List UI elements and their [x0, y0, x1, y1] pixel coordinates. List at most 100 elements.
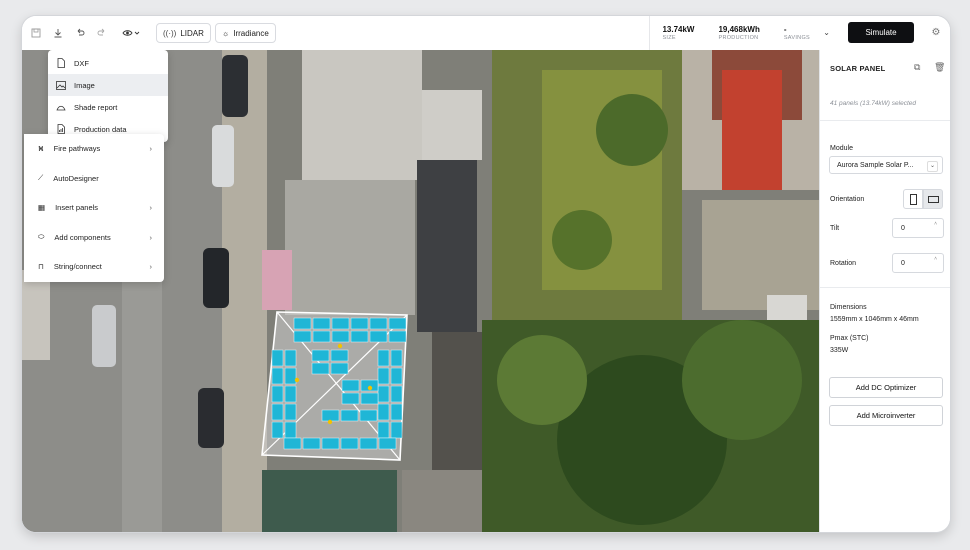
sun-icon: ☼	[221, 28, 230, 38]
solar-panel-module[interactable]	[359, 437, 378, 450]
export-item-shade-report[interactable]: Shade report	[48, 96, 168, 118]
roof-design-overlay[interactable]	[261, 311, 408, 461]
module-select[interactable]: Aurora Sample Solar P... ⌄	[829, 156, 943, 174]
solar-panel-module[interactable]	[350, 317, 369, 330]
solar-panel-module[interactable]	[378, 437, 397, 450]
solar-panel-module[interactable]	[341, 379, 360, 392]
solar-panel-module[interactable]	[377, 403, 390, 421]
chevron-down-icon: ⌄	[927, 161, 938, 172]
portrait-orientation-button[interactable]	[903, 189, 923, 209]
rotation-input[interactable]: 0 ˄	[892, 253, 944, 273]
tilt-value: 0	[901, 224, 905, 232]
solar-panel-module[interactable]	[390, 421, 403, 439]
solar-panel-module[interactable]	[359, 409, 378, 422]
solar-panel-module[interactable]	[312, 317, 331, 330]
solar-panel-module[interactable]	[369, 330, 388, 343]
undo-icon[interactable]	[72, 25, 88, 41]
stepper-icon[interactable]: ˄	[934, 221, 937, 227]
irradiance-button[interactable]: ☼ Irradiance	[214, 23, 276, 43]
trash-icon[interactable]: 🗑	[934, 62, 945, 73]
tool-string-connect[interactable]: ⊓ String/connect ›	[24, 252, 164, 282]
tool-fire-pathways[interactable]: ⛕ Fire pathways ›	[24, 134, 164, 164]
stat-production: 19,468kWh PRODUCTION	[706, 16, 771, 50]
solar-panel-module[interactable]	[330, 349, 349, 362]
tool-add-components[interactable]: ⬭ Add components ›	[24, 223, 164, 253]
shade-icon	[56, 102, 66, 112]
string-icon: ⊓	[38, 262, 44, 272]
solar-panel-module[interactable]	[377, 421, 390, 439]
view-toggle-icon[interactable]	[118, 25, 144, 41]
stepper-icon[interactable]: ˄	[934, 256, 937, 262]
solar-panel-module[interactable]	[271, 403, 284, 421]
solar-panel-module[interactable]	[321, 437, 340, 450]
lidar-button[interactable]: ((·)) LIDAR	[156, 23, 211, 43]
solar-panel-module[interactable]	[360, 392, 379, 405]
divider	[820, 120, 950, 121]
solar-panel-module[interactable]	[390, 403, 403, 421]
solar-panel-module[interactable]	[369, 317, 388, 330]
solar-panel-module[interactable]	[284, 367, 297, 385]
solar-panel-module[interactable]	[377, 367, 390, 385]
solar-panel-module[interactable]	[302, 437, 321, 450]
add-microinverter-button[interactable]: Add Microinverter	[829, 405, 943, 426]
stat-savings-label: SAVINGS	[783, 35, 810, 41]
solar-panel-module[interactable]	[271, 367, 284, 385]
solar-panel-module[interactable]	[271, 349, 284, 367]
add-dc-optimizer-button[interactable]: Add DC Optimizer	[829, 377, 943, 398]
solar-panel-module[interactable]	[377, 349, 390, 367]
solar-panel-module[interactable]	[293, 317, 312, 330]
solar-panel-module[interactable]	[284, 403, 297, 421]
solar-panel-module[interactable]	[311, 349, 330, 362]
solar-panel-module[interactable]	[271, 421, 284, 439]
solar-panel-module[interactable]	[311, 362, 330, 375]
solar-panel-module[interactable]	[284, 385, 297, 403]
solar-panel-module[interactable]	[331, 330, 350, 343]
fire-pathways-icon: ⛕	[38, 143, 44, 153]
gear-icon[interactable]: ⚙	[930, 27, 942, 39]
solar-panel-module[interactable]	[388, 330, 407, 343]
chevron-right-icon: ›	[149, 262, 153, 272]
satellite-map[interactable]: DXF Image Shade report Production data ⛕…	[22, 50, 819, 532]
solar-panel-module[interactable]	[377, 385, 390, 403]
solar-panel-module[interactable]	[293, 330, 312, 343]
solar-panel-module[interactable]	[321, 409, 340, 422]
image-icon	[56, 80, 66, 90]
solar-panel-module[interactable]	[284, 421, 297, 439]
pmax-label: Pmax (STC)	[830, 335, 869, 342]
export-item-dxf[interactable]: DXF	[48, 52, 168, 74]
rotation-label: Rotation	[830, 260, 857, 267]
solar-panel-module[interactable]	[340, 409, 359, 422]
module-value: Aurora Sample Solar P...	[837, 161, 914, 169]
solar-panel-module[interactable]	[330, 362, 349, 375]
download-icon[interactable]	[50, 25, 66, 41]
solar-panel-module[interactable]	[390, 367, 403, 385]
solar-panel-module[interactable]	[331, 317, 350, 330]
stat-production-value: 19,468kWh	[718, 25, 760, 34]
solar-panel-module[interactable]	[271, 385, 284, 403]
tilt-input[interactable]: 0 ˄	[892, 218, 944, 238]
save-icon[interactable]	[28, 25, 44, 41]
tool-autodesigner[interactable]: ⟋ AutoDesigner	[24, 164, 164, 194]
lidar-icon: ((·))	[163, 28, 177, 38]
solar-panel-module[interactable]	[390, 349, 403, 367]
landscape-icon	[927, 195, 939, 203]
tools-menu: ⛕ Fire pathways › ⟋ AutoDesigner ▦ Inser…	[24, 134, 164, 282]
landscape-orientation-button[interactable]	[923, 189, 943, 209]
solar-panel-module[interactable]	[283, 437, 302, 450]
solar-panel-module[interactable]	[340, 437, 359, 450]
stats-chevron-down-icon[interactable]: ⌄	[823, 28, 830, 37]
redo-icon[interactable]	[94, 25, 110, 41]
export-item-image[interactable]: Image	[48, 74, 168, 96]
stats-bar: 13.74kW SIZE 19,468kWh PRODUCTION - SAVI…	[649, 16, 822, 50]
module-label: Module	[830, 145, 853, 152]
simulate-button[interactable]: Simulate	[848, 22, 914, 43]
tool-insert-panels[interactable]: ▦ Insert panels ›	[24, 193, 164, 223]
solar-panel-module[interactable]	[312, 330, 331, 343]
stat-size-label: SIZE	[662, 35, 676, 41]
copy-icon[interactable]: ⧉	[914, 62, 920, 73]
solar-panel-module[interactable]	[388, 317, 407, 330]
solar-panel-module[interactable]	[284, 349, 297, 367]
solar-panel-module[interactable]	[390, 385, 403, 403]
solar-panel-module[interactable]	[350, 330, 369, 343]
solar-panel-module[interactable]	[341, 392, 360, 405]
